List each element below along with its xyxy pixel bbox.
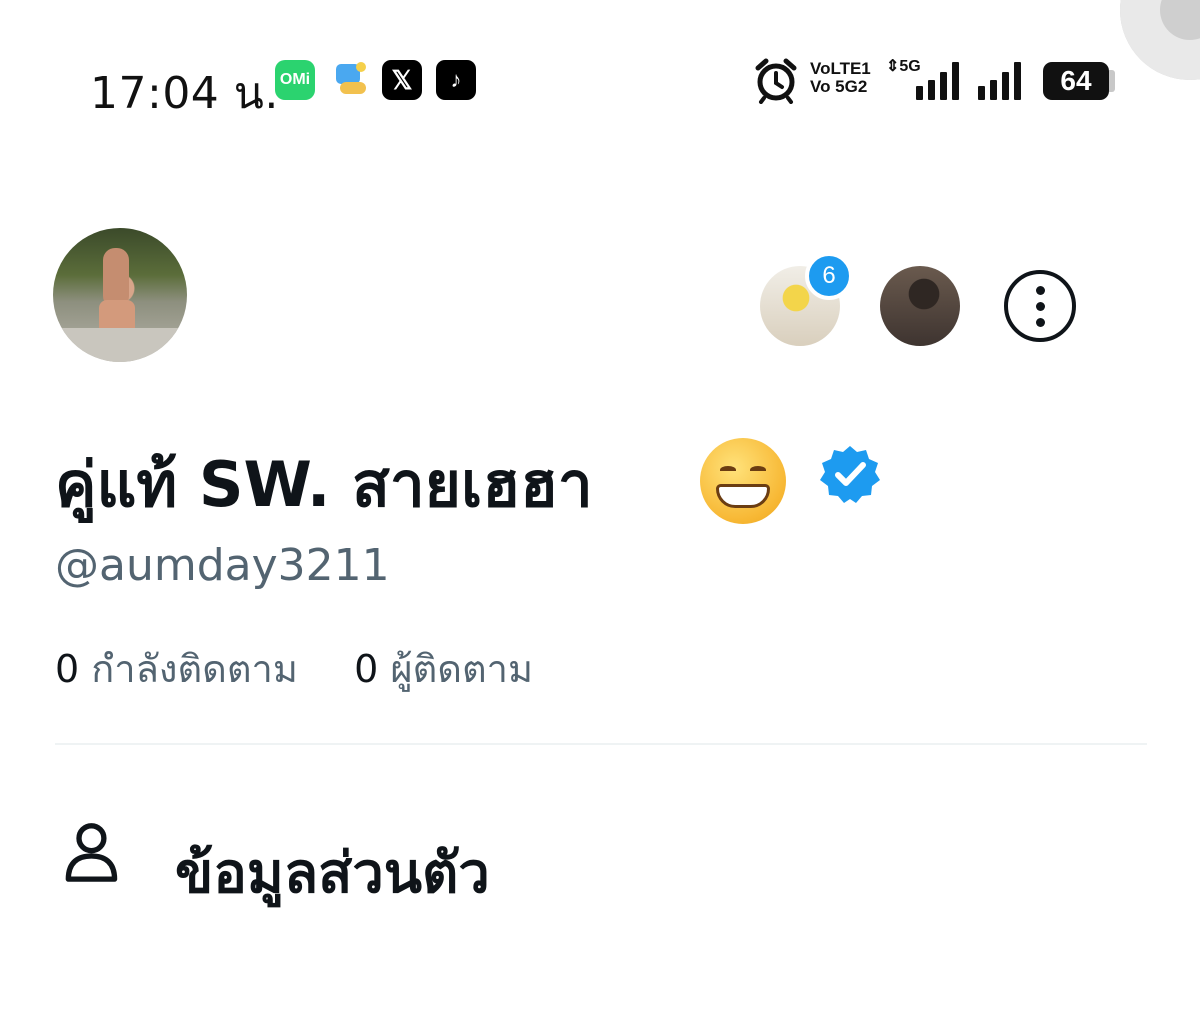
following-count: 0: [55, 647, 80, 691]
personal-info-label: ข้อมูลส่วนตัว: [175, 841, 490, 906]
divider: [55, 743, 1147, 745]
alarm-icon: [755, 58, 797, 104]
grinning-emoji-icon: [700, 438, 786, 524]
battery-tip: [1109, 70, 1115, 92]
status-bar: 17:04 น. OMi 𝕏 ♪ VoLTE1 Vo 5G2 ⇕5G 64: [0, 0, 1200, 160]
volte-indicator: VoLTE1 Vo 5G2: [810, 60, 871, 108]
more-options-button[interactable]: [1004, 270, 1076, 342]
x-app-icon: 𝕏: [382, 60, 422, 100]
tiktok-icon: ♪: [436, 60, 476, 100]
personal-info-item[interactable]: ข้อมูลส่วนตัว: [55, 820, 655, 906]
followers-label: ผู้ติดตาม: [390, 647, 534, 691]
more-dot-icon: [1035, 301, 1045, 311]
following-link[interactable]: 0 กำลังติดตาม: [55, 647, 310, 691]
coin-app-icon: [330, 60, 370, 100]
omi-icon-label: OMi: [279, 71, 311, 88]
profile-page: 17:04 น. OMi 𝕏 ♪ VoLTE1 Vo 5G2 ⇕5G 64 6 …: [0, 0, 1200, 1010]
secondary-account-avatar[interactable]: [880, 266, 960, 346]
more-dot-icon: [1035, 317, 1045, 327]
volte-line-1: VoLTE1: [810, 59, 871, 78]
signal-icon-sim1: [916, 62, 959, 100]
more-dot-icon: [1035, 285, 1045, 295]
tiktok-glyph: ♪: [450, 67, 462, 92]
following-label: กำลังติดตาม: [91, 647, 298, 691]
user-handle: @aumday3211: [55, 540, 390, 591]
verified-badge-icon: [820, 446, 880, 503]
display-name: คู่แท้ SW. สายเฮฮา: [55, 448, 593, 521]
notification-badge-count: 6: [822, 262, 836, 289]
data-arrows-icon: ⇕: [886, 58, 900, 75]
signal-icon-sim2: [978, 62, 1021, 100]
x-app-glyph: 𝕏: [391, 64, 413, 95]
volte-line-2: Vo 5G2: [810, 77, 868, 96]
notification-badge: 6: [805, 252, 853, 300]
profile-avatar[interactable]: [53, 228, 187, 362]
follow-stats: 0 กำลังติดตาม 0 ผู้ติดตาม: [55, 638, 533, 699]
battery-level: 64: [1060, 65, 1092, 96]
followers-link[interactable]: 0 ผู้ติดตาม: [354, 647, 533, 691]
omi-icon: OMi: [275, 60, 315, 100]
battery-icon: 64: [1043, 62, 1109, 100]
person-icon: [65, 823, 118, 882]
followers-count: 0: [354, 647, 379, 691]
status-time: 17:04 น.: [90, 68, 279, 119]
